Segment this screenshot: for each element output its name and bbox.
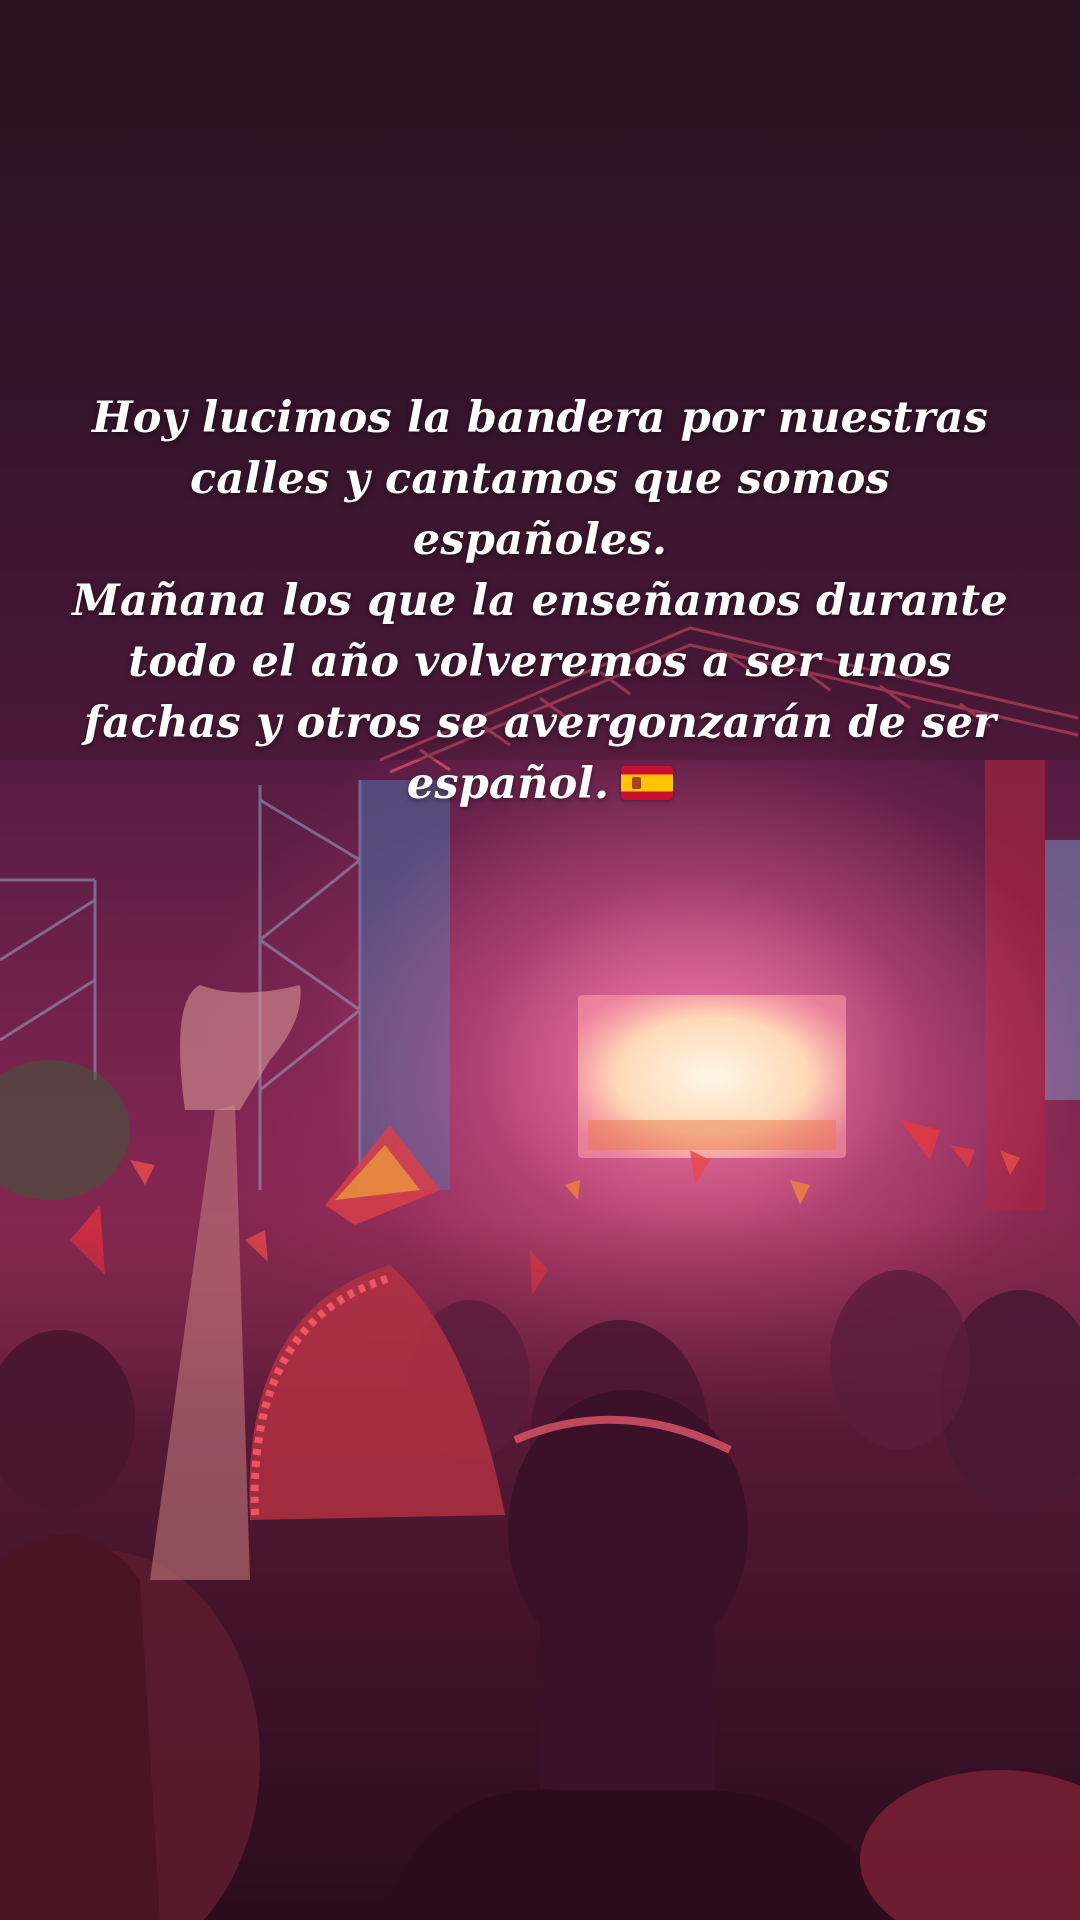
caption-line-5: todo el año volveremos a ser unos [128,637,952,687]
caption-line-6: fachas y otros se avergonzarán de ser [83,698,997,748]
caption-line-7: español. [406,759,610,809]
story-frame: Hoy lucimos la bandera por nuestras call… [0,0,1080,1920]
caption-line-4: Mañana los que la enseñamos durante [72,576,1008,626]
stage-screen-bottom [588,1120,836,1150]
concert-scene [0,0,1080,1920]
story-caption: Hoy lucimos la bandera por nuestras call… [70,388,1010,815]
trees [0,1060,130,1200]
caption-line-7-wrap: español. [70,754,1010,815]
caption-line-1: Hoy lucimos la bandera por nuestras [91,393,989,443]
caption-line-3: españoles. [412,515,668,565]
spain-flag-icon [621,766,674,800]
caption-line-2: calles y cantamos que somos [190,454,890,504]
concert-photo [0,0,1080,1920]
